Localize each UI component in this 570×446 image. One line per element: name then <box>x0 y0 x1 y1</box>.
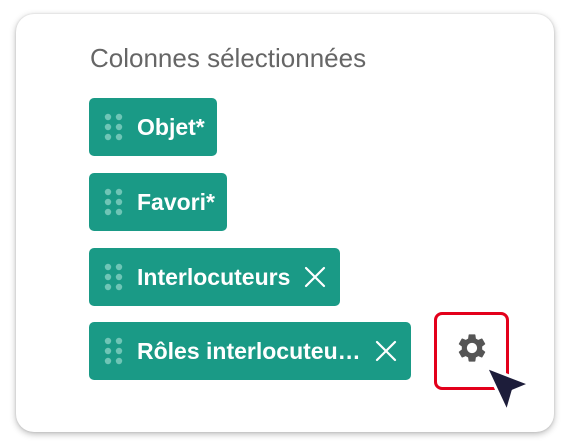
chip-label: Rôles interlocuteu… <box>137 337 361 364</box>
chip-label: Objet* <box>137 113 205 140</box>
drag-handle-icon[interactable] <box>103 261 125 293</box>
panel-title: Colonnes sélectionnées <box>90 43 367 73</box>
chip-label: Interlocuteurs <box>137 263 291 290</box>
close-icon <box>305 266 326 288</box>
column-chip-favori[interactable]: Favori* <box>89 173 227 231</box>
screen: Colonnes sélectionnées Objet* Favori* In… <box>0 0 570 446</box>
column-chip-roles-interlocuteurs[interactable]: Rôles interlocuteu… <box>89 322 411 380</box>
drag-handle-icon[interactable] <box>103 186 125 218</box>
column-settings-button[interactable] <box>434 312 509 390</box>
gear-icon <box>458 334 485 362</box>
column-chip-objet[interactable]: Objet* <box>89 98 217 156</box>
close-icon <box>375 340 396 362</box>
column-chip-interlocuteurs[interactable]: Interlocuteurs <box>89 248 341 306</box>
drag-handle-icon[interactable] <box>103 335 125 367</box>
remove-chip-button[interactable] <box>302 264 328 290</box>
remove-chip-button[interactable] <box>373 338 399 364</box>
drag-handle-icon[interactable] <box>103 111 125 143</box>
chip-label: Favori* <box>137 188 215 215</box>
